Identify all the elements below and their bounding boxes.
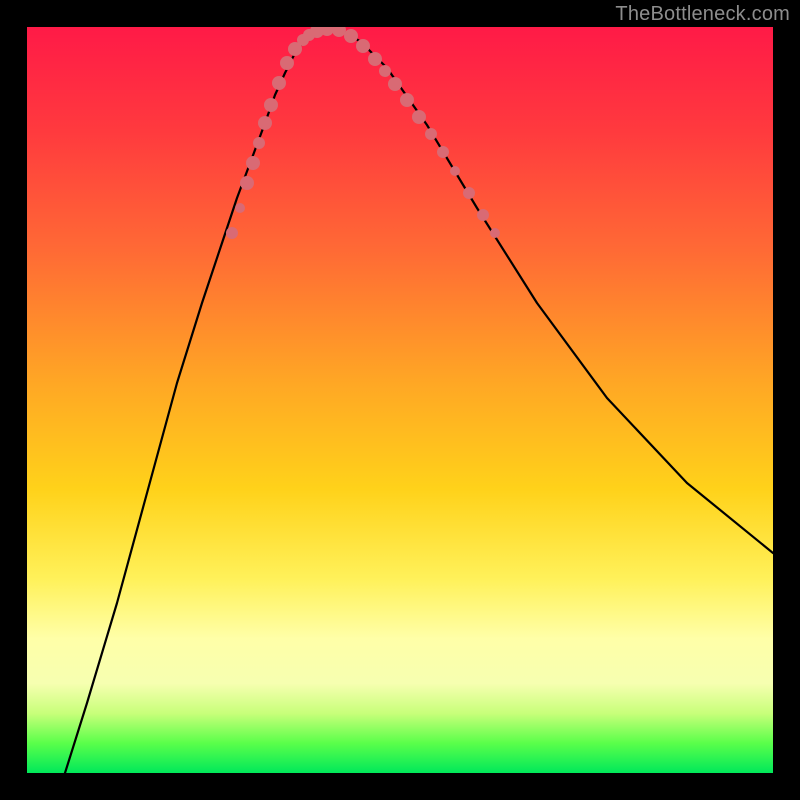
highlight-marker (437, 146, 449, 158)
highlight-marker (356, 39, 370, 53)
highlight-marker (425, 128, 437, 140)
highlight-marker (412, 110, 426, 124)
highlight-marker-group (226, 27, 500, 239)
highlight-marker (280, 56, 294, 70)
highlight-marker (258, 116, 272, 130)
bottleneck-curve (65, 29, 773, 773)
highlight-marker (477, 209, 489, 221)
chart-frame: TheBottleneck.com (0, 0, 800, 800)
highlight-marker (379, 65, 391, 77)
highlight-marker (490, 228, 500, 238)
highlight-marker (272, 76, 286, 90)
highlight-marker (253, 137, 265, 149)
chart-svg (27, 27, 773, 773)
highlight-marker (344, 29, 358, 43)
highlight-marker (450, 166, 460, 176)
highlight-marker (463, 187, 475, 199)
highlight-marker (400, 93, 414, 107)
highlight-marker (264, 98, 278, 112)
highlight-marker (332, 27, 346, 37)
highlight-marker (368, 52, 382, 66)
highlight-marker (240, 176, 254, 190)
highlight-marker (226, 227, 238, 239)
highlight-marker (388, 77, 402, 91)
plot-area (27, 27, 773, 773)
watermark-text: TheBottleneck.com (615, 3, 790, 26)
highlight-marker (235, 203, 245, 213)
highlight-marker (246, 156, 260, 170)
